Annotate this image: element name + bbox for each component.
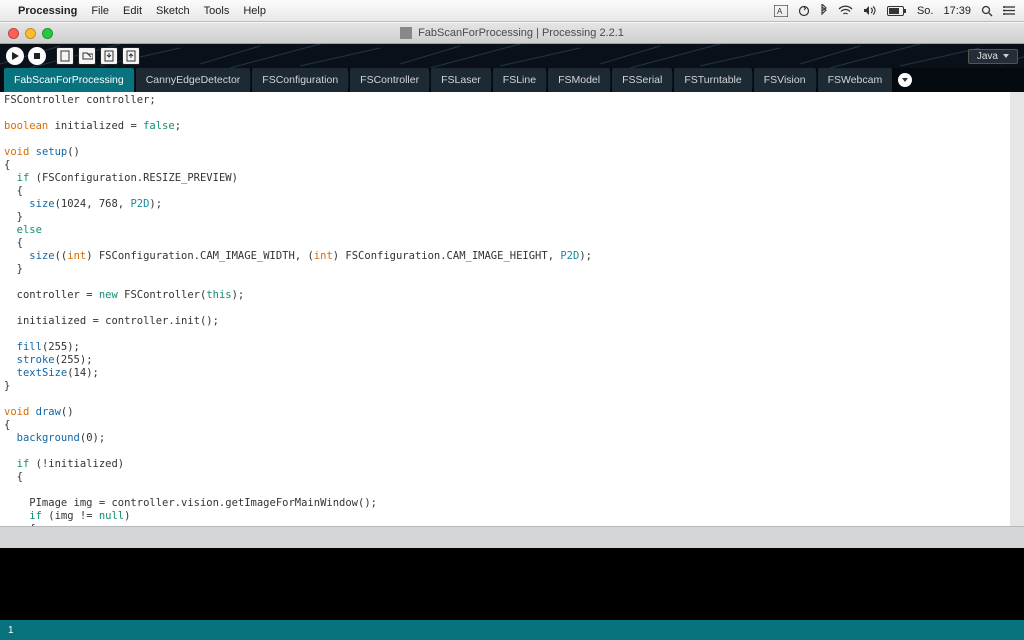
run-button[interactable]	[6, 47, 24, 65]
clock-day[interactable]: So.	[917, 5, 934, 17]
message-area	[0, 526, 1024, 548]
close-window-icon[interactable]	[8, 28, 19, 39]
tab-cannyedgedetector[interactable]: CannyEdgeDetector	[136, 68, 251, 92]
tab-fsturntable[interactable]: FSTurntable	[674, 68, 751, 92]
menu-sketch[interactable]: Sketch	[156, 5, 190, 17]
tab-overflow-button[interactable]	[898, 73, 912, 87]
tab-fsvision[interactable]: FSVision	[754, 68, 816, 92]
export-button[interactable]	[122, 47, 140, 65]
sync-icon[interactable]	[798, 5, 810, 17]
svg-text:A: A	[777, 7, 783, 16]
adobe-icon[interactable]: A	[774, 5, 788, 17]
window-title-bar: FabScanForProcessing | Processing 2.2.1	[0, 22, 1024, 44]
new-button[interactable]	[56, 47, 74, 65]
traffic-lights	[8, 28, 53, 39]
clock-time[interactable]: 17:39	[943, 5, 971, 17]
zoom-window-icon[interactable]	[42, 28, 53, 39]
menu-file[interactable]: File	[91, 5, 109, 17]
chevron-down-icon	[1003, 54, 1009, 58]
line-number: 1	[8, 625, 14, 636]
menu-edit[interactable]: Edit	[123, 5, 142, 17]
chevron-down-icon	[902, 78, 908, 82]
mode-label: Java	[977, 51, 998, 62]
spotlight-icon[interactable]	[981, 5, 993, 17]
volume-icon[interactable]	[863, 5, 877, 16]
window-title: FabScanForProcessing | Processing 2.2.1	[418, 27, 624, 39]
tab-fsmodel[interactable]: FSModel	[548, 68, 610, 92]
minimize-window-icon[interactable]	[25, 28, 36, 39]
tab-fsconfiguration[interactable]: FSConfiguration	[252, 68, 348, 92]
bluetooth-icon[interactable]	[820, 4, 828, 17]
tab-fabscanforprocessing[interactable]: FabScanForProcessing	[4, 68, 134, 92]
save-button[interactable]	[100, 47, 118, 65]
tab-fswebcam[interactable]: FSWebcam	[818, 68, 893, 92]
tab-fsserial[interactable]: FSSerial	[612, 68, 672, 92]
wifi-icon[interactable]	[838, 5, 853, 16]
notification-icon[interactable]	[1003, 5, 1016, 16]
tab-fsline[interactable]: FSLine	[493, 68, 546, 92]
status-bar: 1	[0, 620, 1024, 640]
open-button[interactable]	[78, 47, 96, 65]
battery-icon[interactable]	[887, 6, 907, 16]
sketch-icon	[400, 27, 412, 39]
mode-selector[interactable]: Java	[968, 49, 1018, 64]
tab-fslaser[interactable]: FSLaser	[431, 68, 491, 92]
console[interactable]	[0, 548, 1024, 620]
app-name[interactable]: Processing	[18, 5, 77, 17]
code-editor[interactable]: FSController controller; boolean initial…	[0, 92, 1024, 526]
stop-button[interactable]	[28, 47, 46, 65]
tab-fscontroller[interactable]: FSController	[350, 68, 429, 92]
macos-menu-bar: Processing File Edit Sketch Tools Help A…	[0, 0, 1024, 22]
menu-help[interactable]: Help	[243, 5, 266, 17]
menu-tools[interactable]: Tools	[204, 5, 230, 17]
toolbar: Java	[0, 44, 1024, 68]
sketch-tabs: FabScanForProcessing CannyEdgeDetector F…	[0, 68, 1024, 92]
